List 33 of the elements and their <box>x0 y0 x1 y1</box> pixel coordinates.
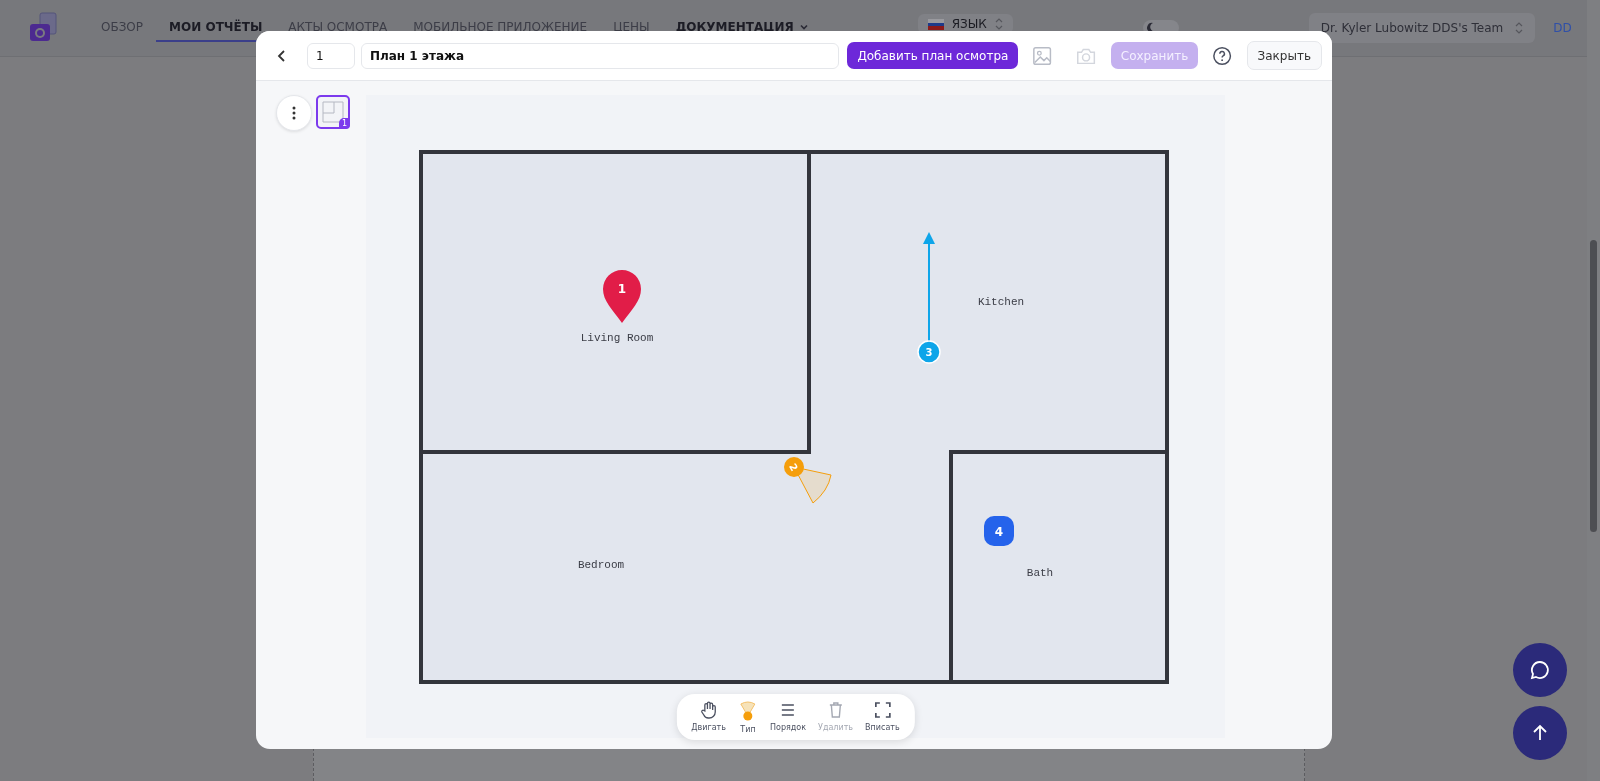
add-plan-button[interactable]: Добавить план осмотра <box>847 42 1019 69</box>
caret-icon <box>798 22 809 32</box>
numbered-marker[interactable]: 4 <box>984 516 1014 546</box>
toolbar-button[interactable]: Вписать <box>860 700 905 734</box>
chevron-updown-icon <box>1515 22 1524 34</box>
flag-icon <box>927 18 944 30</box>
plan-thumbnail[interactable]: 1 <box>316 95 350 129</box>
map-pin-marker[interactable]: 1 <box>603 270 641 323</box>
plan-name-field[interactable]: План 1 этажа <box>360 42 840 69</box>
toolbar-button[interactable]: Тип <box>733 700 763 734</box>
hand-icon <box>698 700 719 720</box>
fit-screen-icon <box>872 700 893 720</box>
close-button[interactable]: Закрыть <box>1246 41 1322 70</box>
chevron-updown-icon <box>994 18 1003 30</box>
language-select[interactable]: ЯЗЫК <box>917 14 1013 34</box>
more-vertical-icon <box>292 106 296 120</box>
room-label: Kitchen <box>977 296 1025 308</box>
room-label: Bedroom <box>577 559 625 571</box>
room-label: Bath <box>1026 567 1054 579</box>
team-select[interactable]: Dr. Kyler Lubowitz DDS's Team <box>1308 13 1536 43</box>
page-number-field[interactable]: 1 <box>306 42 355 69</box>
toolbar-button[interactable]: Порядок <box>765 700 812 734</box>
chat-button[interactable] <box>1513 643 1567 697</box>
toolbar-button[interactable]: Двигать <box>686 700 731 734</box>
scroll-up-button[interactable] <box>1513 706 1567 760</box>
camera-cone-icon <box>738 700 758 722</box>
help-icon[interactable] <box>1212 44 1233 67</box>
room-label: Living Room <box>580 332 654 344</box>
camera-document-logo-icon[interactable] <box>28 12 58 44</box>
nav-link[interactable]: ОБЗОР <box>88 14 157 42</box>
thumbnail-badge: 1 <box>338 118 350 129</box>
nav-link[interactable]: ДОКУМЕНТАЦИЯ <box>662 14 822 42</box>
chat-bubble-icon <box>1529 659 1551 681</box>
